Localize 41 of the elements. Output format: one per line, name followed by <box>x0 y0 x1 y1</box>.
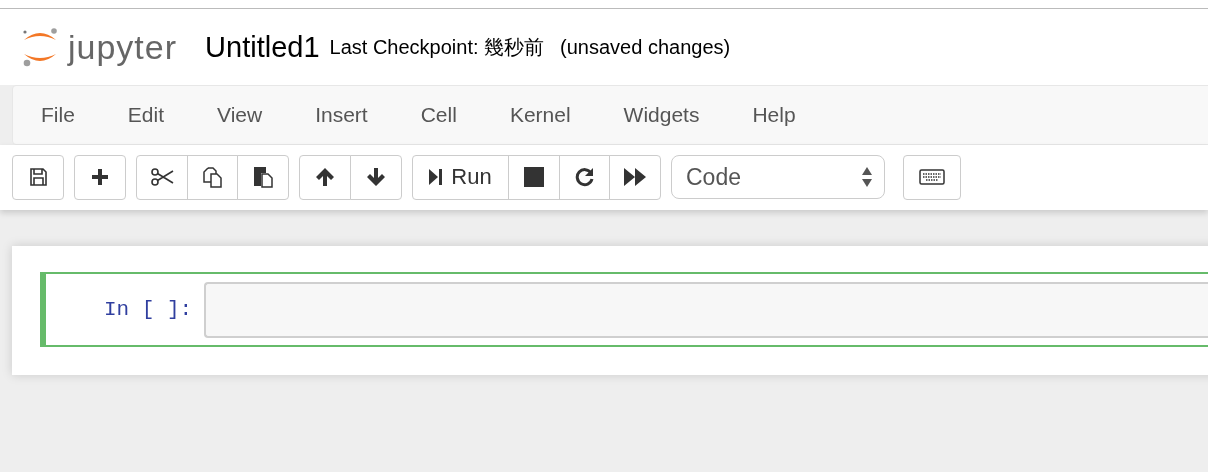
menu-item[interactable]: Insert <box>301 103 382 127</box>
stop-button[interactable] <box>508 154 560 200</box>
up-arrow-icon <box>315 167 335 187</box>
stop-icon <box>524 167 544 187</box>
code-input-field[interactable] <box>204 281 1208 338</box>
run-all-button[interactable] <box>609 154 661 200</box>
menu-item[interactable]: Edit <box>113 103 179 127</box>
save-status: (unsaved changes) <box>560 35 731 59</box>
copy-icon <box>201 166 224 188</box>
menu-item[interactable]: Widgets <box>609 103 714 127</box>
menu-item[interactable]: File <box>27 103 89 127</box>
menu-item[interactable]: Cell <box>406 103 471 127</box>
notebook-name[interactable]: Untitled1 <box>205 30 320 64</box>
updown-caret-icon <box>862 166 872 188</box>
move-up-button[interactable] <box>299 154 351 200</box>
fast-forward-icon <box>624 168 646 186</box>
paste-icon <box>252 165 274 189</box>
add-cell-button[interactable] <box>74 154 126 200</box>
cut-button[interactable] <box>136 154 188 200</box>
paste-button[interactable] <box>237 154 289 200</box>
down-arrow-icon <box>365 167 386 187</box>
input-prompt: In [ ]: <box>104 298 193 321</box>
command-palette-button[interactable] <box>903 154 961 200</box>
save-icon <box>28 167 48 187</box>
copy-button[interactable] <box>186 154 239 200</box>
code-cell[interactable]: In [ ]: <box>40 272 1208 347</box>
save-button[interactable] <box>12 154 64 200</box>
cell-type-select[interactable]: Code <box>671 155 885 199</box>
menu-item[interactable]: Help <box>738 103 810 127</box>
restart-button[interactable] <box>558 154 611 200</box>
logo-text[interactable]: jupyter <box>68 27 178 67</box>
move-down-button[interactable] <box>349 154 402 200</box>
plus-icon <box>91 168 109 186</box>
step-forward-icon <box>429 168 444 186</box>
scissors-icon <box>150 168 174 186</box>
menu-item[interactable]: Kernel <box>495 103 585 127</box>
run-button[interactable]: Run <box>411 154 510 200</box>
menu-item[interactable]: View <box>203 103 277 127</box>
keyboard-icon <box>919 169 945 185</box>
restart-icon <box>574 167 595 187</box>
checkpoint-status: Last Checkpoint: 幾秒前 <box>329 34 545 60</box>
